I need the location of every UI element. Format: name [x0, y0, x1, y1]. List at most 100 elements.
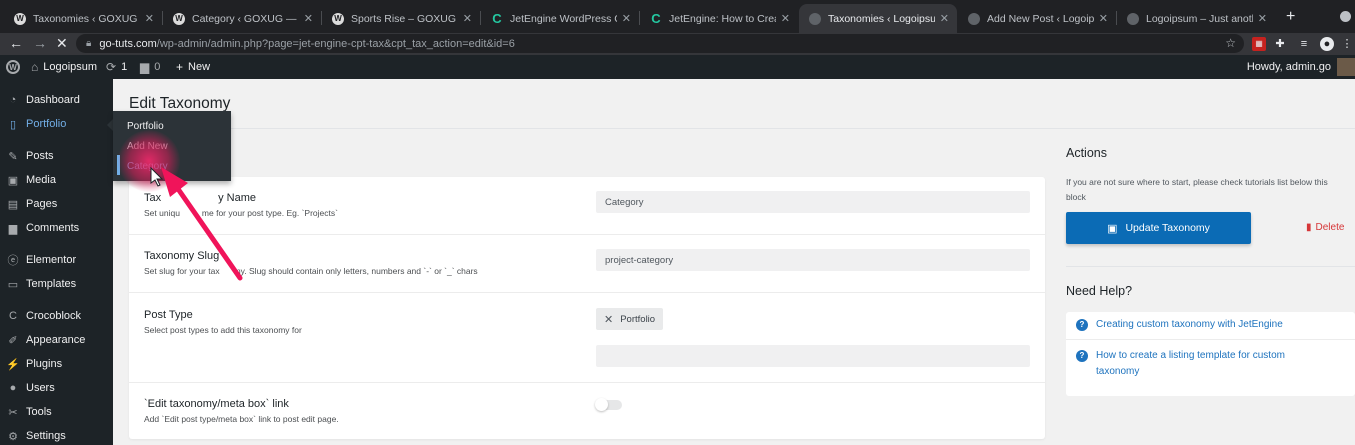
browser-tab[interactable]: W Taxonomies ‹ GOXUG — Wo ✕ [4, 4, 162, 33]
site-name-link[interactable]: ⌂ Logoipsum [31, 55, 97, 79]
updates-count: 1 [121, 61, 128, 73]
window-control-icon[interactable] [1340, 11, 1351, 22]
remove-icon[interactable]: ✕ [604, 313, 613, 326]
updates-link[interactable]: ⟳ 1 [106, 55, 127, 79]
sidebar-item-dashboard[interactable]: ◔ Dashboard [0, 88, 113, 112]
admin-sidebar: ◔ Dashboard ▯ Portfolio ✎ Posts ▣ Media … [0, 79, 114, 445]
field-label: `Edit taxonomy/meta box` link [144, 398, 289, 410]
plus-icon: + [176, 60, 184, 74]
sidebar-item-plugins[interactable]: ⚡ Plugins [0, 352, 113, 376]
main-content: Edit Taxonomy gs Taxy Name Set uniqume f… [113, 79, 1355, 445]
browser-tab[interactable]: Logoipsum – Just another W ✕ [1117, 4, 1275, 33]
browser-tab[interactable]: Add New Post ‹ Logoipsum ✕ [958, 4, 1116, 33]
user-avatar[interactable] [1337, 58, 1355, 76]
sidebar-item-appearance[interactable]: ✐ Appearance [0, 328, 113, 352]
question-circle-icon: ? [1076, 350, 1088, 362]
sidebar-item-tools[interactable]: ✂ Tools [0, 400, 113, 424]
close-icon[interactable]: ✕ [1258, 12, 1267, 25]
help-link-label: Creating custom taxonomy with JetEngine [1096, 319, 1283, 330]
help-link[interactable]: ? Creating custom taxonomy with JetEngin… [1076, 317, 1331, 333]
sidebar-item-label: Appearance [26, 334, 86, 346]
comments-icon: ▆ [8, 222, 18, 235]
stop-loading-icon[interactable]: ✕ [56, 35, 68, 52]
more-menu-icon[interactable]: ⋮ [1340, 37, 1354, 51]
close-icon[interactable]: ✕ [622, 12, 631, 25]
wordpress-logo-icon: W [6, 60, 20, 74]
browser-tab[interactable]: W Sports Rise – GOXUG ✕ [322, 4, 480, 33]
sidebar-item-label: Portfolio [26, 118, 67, 130]
pin-icon: ✎ [8, 150, 18, 163]
sidebar-item-elementor[interactable]: ⓔ Elementor [0, 248, 113, 272]
update-taxonomy-button[interactable]: ▣ Update Taxonomy [1066, 212, 1251, 244]
comments-link[interactable]: ▆ 0 [140, 55, 160, 79]
profile-avatar-icon[interactable]: ● [1320, 37, 1334, 51]
sidebar-item-settings[interactable]: ⚙ Settings [0, 424, 113, 445]
browser-tab-strip: W Taxonomies ‹ GOXUG — Wo ✕ W Category ‹… [0, 0, 1355, 33]
flyout-item-add-new[interactable]: Add New [127, 141, 168, 152]
wp-logo-menu[interactable]: W [6, 55, 20, 79]
browser-tab-active[interactable]: Taxonomies ‹ Logoipsum — ✕ [799, 4, 957, 33]
extension-icon[interactable]: ▦ [1252, 37, 1266, 51]
taxonomy-settings-card: Tax y Name Set uniqu me for your post type… [129, 177, 1045, 439]
sidebar-item-portfolio[interactable]: ▯ Portfolio [0, 112, 113, 136]
close-icon[interactable]: ✕ [1099, 12, 1108, 25]
updates-icon: ⟳ [106, 60, 117, 74]
reading-list-icon[interactable]: ≡ [1297, 37, 1311, 51]
field-description: Add `Edit post type/meta box` link to po… [144, 414, 339, 424]
help-link[interactable]: ? How to create a listing template for c… [1076, 348, 1331, 380]
users-icon: ● [9, 382, 17, 394]
tab-title: Sports Rise – GOXUG [351, 12, 457, 25]
tools-icon: ✂ [8, 406, 18, 419]
post-type-chip[interactable]: ✕ Portfolio [596, 308, 664, 330]
sidebar-item-label: Media [26, 174, 56, 186]
back-arrow-icon[interactable]: ← [9, 35, 23, 51]
sidebar-item-users[interactable]: ● Users [0, 376, 113, 400]
sidebar-item-crocoblock[interactable]: C Crocoblock [0, 304, 113, 328]
close-icon[interactable]: ✕ [145, 12, 154, 25]
close-icon[interactable]: ✕ [781, 12, 790, 25]
delete-link[interactable]: ▮ Delete [1306, 222, 1344, 233]
sidebar-item-label: Posts [26, 150, 54, 162]
dashboard-icon: ◔ [9, 94, 17, 106]
browser-tab[interactable]: C JetEngine: How to Create C ✕ [640, 4, 798, 33]
browser-tab[interactable]: C JetEngine WordPress Custo ✕ [481, 4, 639, 33]
lock-icon: 🔒︎ [86, 38, 92, 49]
close-icon[interactable]: ✕ [463, 12, 472, 25]
new-tab-icon[interactable]: + [1286, 8, 1295, 26]
edit-link-toggle[interactable] [595, 398, 622, 411]
new-content-link[interactable]: + New [176, 55, 210, 79]
elementor-icon: ⓔ [7, 255, 19, 267]
post-type-select-input[interactable] [596, 345, 1030, 367]
help-link-label: How to create a listing template for cus… [1096, 350, 1285, 377]
bookmark-star-icon[interactable]: ☆ [1225, 36, 1236, 50]
appearance-icon: ✐ [8, 334, 18, 347]
chip-label: Portfolio [620, 313, 656, 325]
sidebar-item-pages[interactable]: ▤ Pages [0, 192, 113, 216]
tab-title: JetEngine: How to Create C [669, 12, 776, 25]
taxonomy-slug-input[interactable]: project-category [596, 249, 1030, 271]
taxonomy-name-input[interactable]: Category [596, 191, 1030, 213]
browser-tab[interactable]: W Category ‹ GOXUG — Word ✕ [163, 4, 321, 33]
plugins-icon: ⚡ [6, 358, 20, 371]
address-bar[interactable]: 🔒︎ go-tuts.com/wp-admin/admin.php?page=j… [76, 34, 1244, 53]
sidebar-item-comments[interactable]: ▆ Comments [0, 216, 113, 240]
wordpress-icon: W [14, 12, 26, 25]
flyout-item-portfolio[interactable]: Portfolio [127, 121, 164, 132]
sidebar-item-media[interactable]: ▣ Media [0, 168, 113, 192]
close-icon[interactable]: ✕ [304, 12, 313, 25]
account-menu[interactable]: Howdy, admin.go [1247, 55, 1331, 79]
flyout-active-bar [117, 155, 120, 175]
close-icon[interactable]: ✕ [940, 12, 949, 25]
puzzle-extensions-icon[interactable]: ✚ [1273, 37, 1287, 51]
actions-heading: Actions [1066, 146, 1107, 160]
wp-admin-bar: W ⌂ Logoipsum ⟳ 1 ▆ 0 + New Howdy, admin… [0, 55, 1355, 79]
flyout-item-category[interactable]: Category [127, 161, 168, 172]
comments-count: 0 [154, 61, 161, 73]
forward-arrow-icon[interactable]: → [33, 35, 47, 51]
sidebar-item-templates[interactable]: ▭ Templates [0, 272, 113, 296]
field-label: Tax y Name [144, 192, 257, 204]
sidebar-item-label: Templates [26, 278, 77, 290]
sidebar-item-posts[interactable]: ✎ Posts [0, 144, 113, 168]
crocoblock-icon: C [9, 310, 17, 322]
site-favicon-icon [1127, 12, 1139, 25]
